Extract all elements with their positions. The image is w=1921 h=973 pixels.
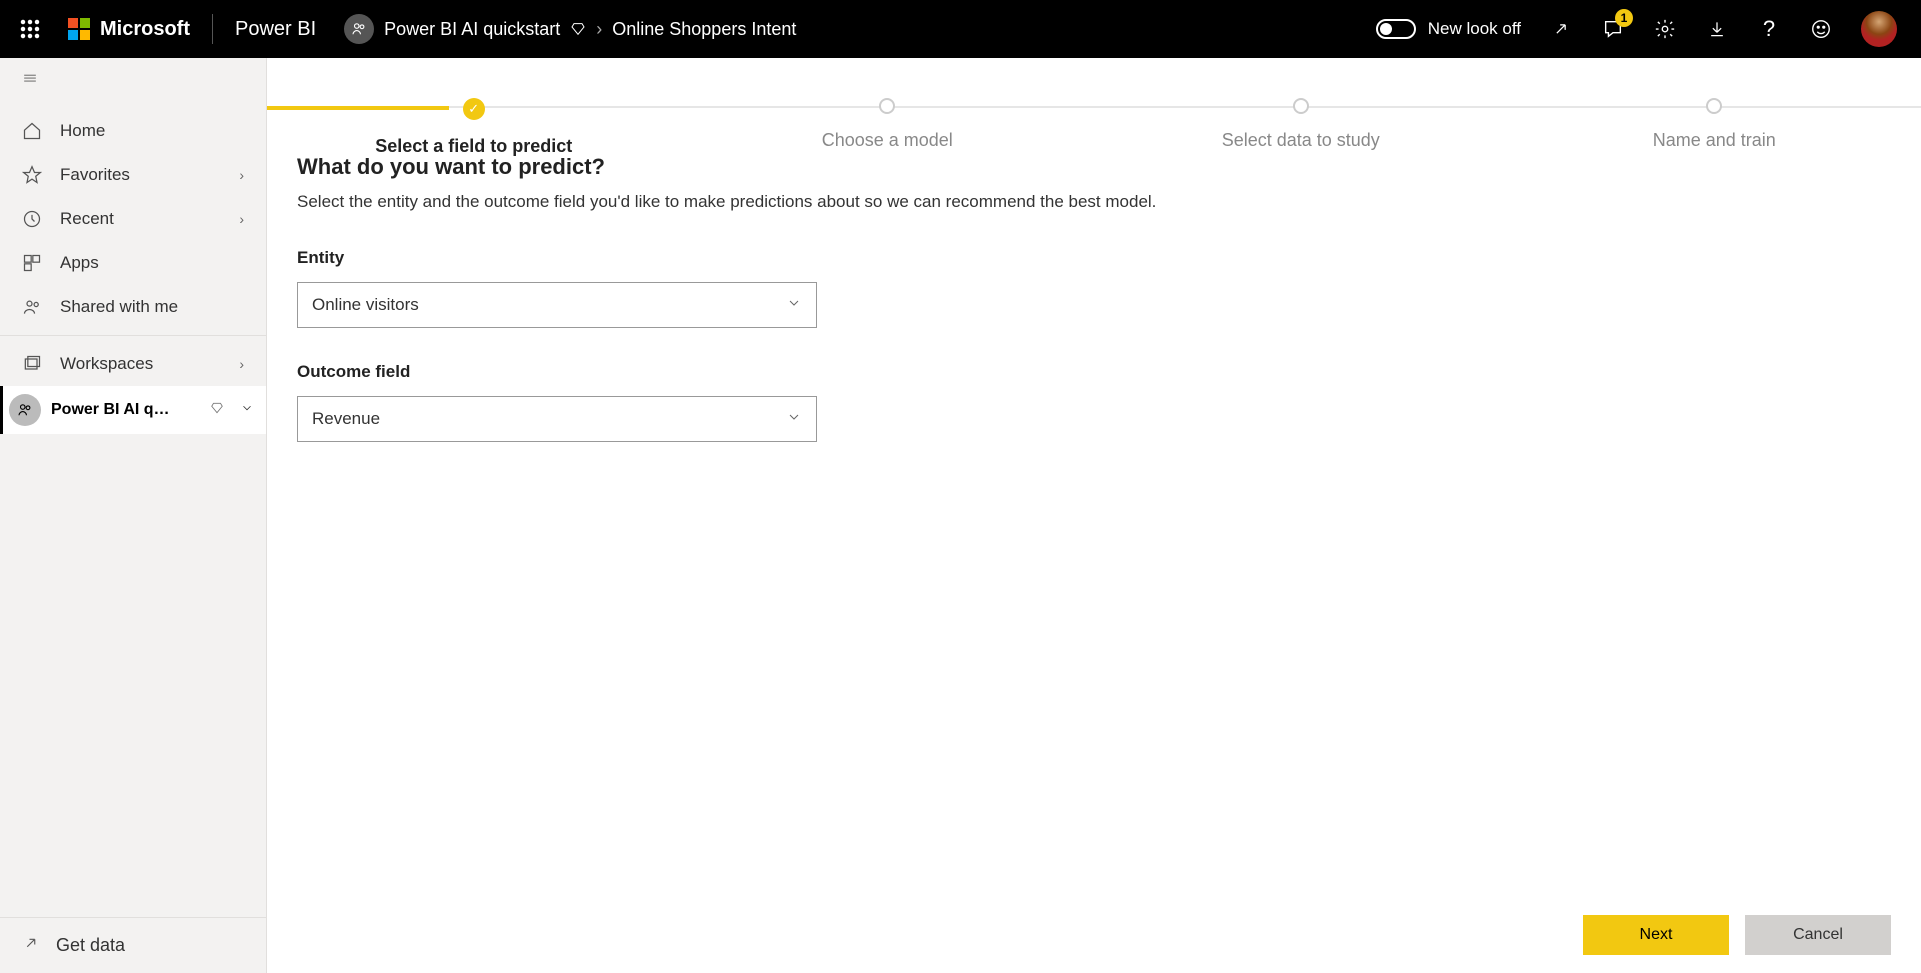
apps-icon [22, 253, 42, 273]
form-title: What do you want to predict? [297, 154, 1891, 180]
next-button[interactable]: Next [1583, 915, 1729, 955]
chevron-right-icon: › [239, 167, 244, 183]
nav-shared-label: Shared with me [60, 297, 178, 317]
entity-label: Entity [297, 248, 1891, 268]
chevron-right-icon: › [239, 211, 244, 227]
form-subtitle: Select the entity and the outcome field … [297, 192, 1891, 212]
step-2-label: Choose a model [822, 130, 953, 151]
step-select-field[interactable]: ✓ Select a field to predict [267, 98, 681, 157]
star-icon [22, 165, 42, 185]
nav-workspaces[interactable]: Workspaces › [0, 342, 266, 386]
app-launcher-button[interactable] [10, 9, 50, 49]
nav-recent[interactable]: Recent › [0, 197, 266, 241]
breadcrumb-workspace[interactable]: Power BI AI quickstart [384, 19, 560, 40]
fullscreen-button[interactable] [1549, 17, 1573, 41]
nav-shared[interactable]: Shared with me [0, 285, 266, 329]
nav-home-label: Home [60, 121, 105, 141]
hamburger-icon [20, 74, 40, 88]
download-icon [1707, 19, 1727, 39]
nav-home[interactable]: Home [0, 109, 266, 153]
settings-button[interactable] [1653, 17, 1677, 41]
entity-select-value: Online visitors [312, 295, 419, 315]
nav-active-workspace-label: Power BI AI q… [51, 401, 170, 419]
expand-icon [1551, 19, 1571, 39]
breadcrumb: Power BI AI quickstart › Online Shoppers… [384, 19, 796, 40]
diamond-icon [570, 21, 586, 37]
gear-icon [1654, 18, 1676, 40]
home-icon [22, 121, 42, 141]
get-data-label: Get data [56, 935, 125, 956]
left-nav: Home Favorites › Recent › Apps Shared wi… [0, 58, 267, 973]
nav-apps-label: Apps [60, 253, 99, 273]
top-bar: Microsoft Power BI Power BI AI quickstar… [0, 0, 1921, 58]
chevron-down-icon [240, 401, 254, 420]
diamond-icon [210, 401, 224, 420]
download-button[interactable] [1705, 17, 1729, 41]
step-name-train[interactable]: Name and train [1508, 98, 1921, 157]
user-avatar[interactable] [1861, 11, 1897, 47]
nav-favorites-label: Favorites [60, 165, 130, 185]
microsoft-logo-icon [68, 18, 90, 40]
nav-active-workspace[interactable]: Power BI AI q… [0, 386, 266, 434]
wizard-footer: Next Cancel [267, 897, 1921, 973]
arrow-icon [22, 934, 40, 957]
workspaces-icon [22, 354, 42, 374]
predict-form: What do you want to predict? Select the … [267, 148, 1921, 482]
help-icon: ? [1763, 16, 1775, 42]
step-dot-icon [879, 98, 895, 114]
step-4-label: Name and train [1653, 130, 1776, 151]
nav-collapse-button[interactable] [0, 58, 266, 109]
people-icon [22, 297, 42, 317]
workspace-avatar-icon [344, 14, 374, 44]
new-look-toggle[interactable]: New look off [1376, 19, 1521, 39]
chevron-right-icon: › [239, 356, 244, 372]
entity-select[interactable]: Online visitors [297, 282, 817, 328]
workspace-avatar-icon [9, 394, 41, 426]
outcome-select-value: Revenue [312, 409, 380, 429]
get-data-button[interactable]: Get data [0, 917, 266, 973]
step-dot-icon [1706, 98, 1722, 114]
step-1-label: Select a field to predict [375, 136, 572, 157]
help-button[interactable]: ? [1757, 17, 1781, 41]
notification-badge: 1 [1615, 9, 1633, 27]
microsoft-label: Microsoft [100, 18, 190, 41]
main-content: ✓ Select a field to predict Choose a mod… [267, 58, 1921, 973]
smile-icon [1810, 18, 1832, 40]
chevron-down-icon [786, 409, 802, 430]
nav-workspaces-label: Workspaces [60, 354, 153, 374]
microsoft-brand[interactable]: Microsoft [68, 18, 190, 41]
step-select-data[interactable]: Select data to study [1094, 98, 1508, 157]
chevron-down-icon [786, 295, 802, 316]
nav-recent-label: Recent [60, 209, 114, 229]
step-done-icon: ✓ [463, 98, 485, 120]
cancel-button[interactable]: Cancel [1745, 915, 1891, 955]
chevron-right-icon: › [596, 19, 602, 40]
notifications-button[interactable]: 1 [1601, 17, 1625, 41]
toggle-switch-icon [1376, 19, 1416, 39]
new-look-label: New look off [1428, 19, 1521, 39]
step-choose-model[interactable]: Choose a model [681, 98, 1095, 157]
outcome-select[interactable]: Revenue [297, 396, 817, 442]
outcome-label: Outcome field [297, 362, 1891, 382]
step-dot-icon [1293, 98, 1309, 114]
divider [212, 14, 213, 44]
wizard-stepper: ✓ Select a field to predict Choose a mod… [267, 58, 1921, 148]
nav-favorites[interactable]: Favorites › [0, 153, 266, 197]
nav-apps[interactable]: Apps [0, 241, 266, 285]
step-3-label: Select data to study [1222, 130, 1380, 151]
app-name[interactable]: Power BI [235, 18, 316, 41]
breadcrumb-page[interactable]: Online Shoppers Intent [612, 19, 796, 40]
top-controls: New look off 1 ? [1376, 11, 1911, 47]
clock-icon [22, 209, 42, 229]
waffle-icon [20, 19, 40, 39]
feedback-button[interactable] [1809, 17, 1833, 41]
